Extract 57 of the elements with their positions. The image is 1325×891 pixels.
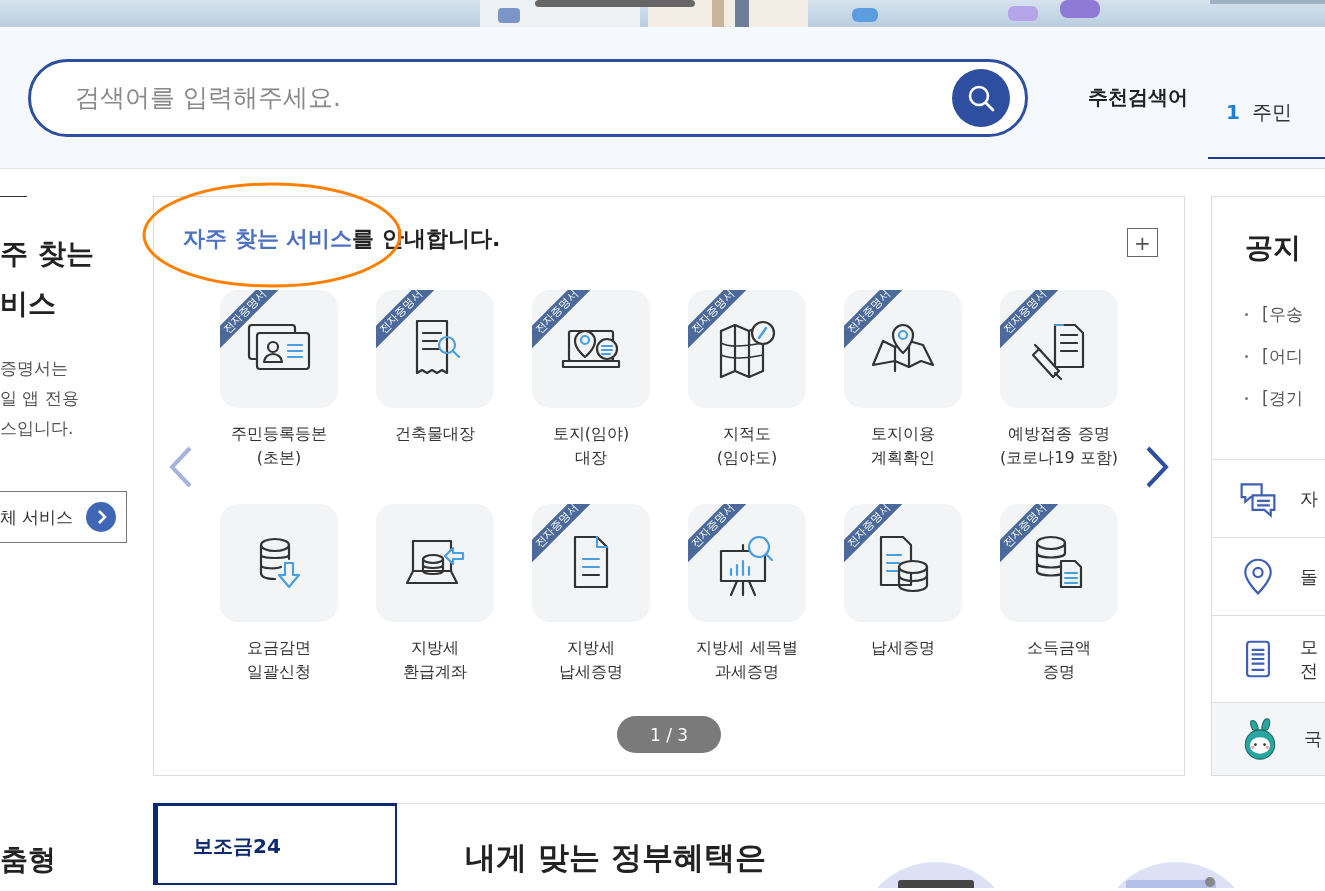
notice-link[interactable]: [우송	[1262, 302, 1303, 326]
service-label: 과세증명	[714, 661, 780, 683]
keyword-text: 주민	[1251, 98, 1292, 126]
section-heading: 주 찾는	[0, 236, 95, 272]
service-label: 증명	[1042, 661, 1076, 683]
bullet-icon	[1245, 354, 1248, 358]
search-button[interactable]	[952, 68, 1010, 127]
service-label: 소득금액	[1027, 637, 1091, 659]
rank-number: 1	[1226, 100, 1240, 124]
tab[interactable]: 보조금24	[153, 803, 397, 885]
service-label: 환급계좌	[403, 661, 467, 683]
notice-link[interactable]: [어디	[1262, 344, 1303, 368]
service-label: 지적도	[722, 423, 772, 445]
menu-label: 전	[1300, 659, 1318, 683]
service-label: 지방세	[410, 637, 460, 659]
all-services-button[interactable]: 체 서비스	[0, 491, 127, 543]
bullet-icon	[1245, 396, 1248, 400]
menu-label: 자	[1300, 486, 1318, 511]
service-label: 토지이용	[871, 423, 935, 445]
section-heading: 춤형	[0, 842, 57, 878]
section-heading: 내게 맞는 정부혜택은	[465, 838, 766, 877]
service-label: 지방세	[566, 637, 616, 659]
keyword-link[interactable]: 1 주민	[1208, 67, 1325, 159]
recommended-label: 추천검색어	[1088, 84, 1188, 111]
service-label: (임야도)	[716, 447, 778, 469]
more-button[interactable]: +	[1127, 228, 1158, 257]
search-input[interactable]: 검색어를 입력해주세요.	[73, 82, 952, 113]
service-label: 지방세 세목별	[696, 637, 798, 659]
service-label: 건축물대장	[395, 423, 475, 445]
quick-menu-item[interactable]: 자	[1212, 459, 1325, 537]
service-label: 일괄신청	[247, 661, 311, 683]
section-heading: 비스	[0, 286, 57, 322]
description-text: 일 앱 전용	[0, 387, 80, 410]
service-label: 예방접종 증명	[1007, 423, 1111, 445]
service-label: 계획확인	[871, 447, 935, 469]
menu-label: 국	[1304, 727, 1322, 751]
service-label: (코로나19 포함)	[1000, 447, 1118, 469]
bullet-icon	[1245, 312, 1248, 316]
service-item[interactable]: 지방세 환급계좌	[357, 504, 513, 684]
page-indicator: 1 / 3	[617, 716, 721, 753]
menu-label: 모	[1300, 635, 1318, 659]
service-label: (초본)	[255, 447, 303, 469]
service-label: 납세증명	[559, 661, 623, 683]
notice-link[interactable]: [경기	[1262, 386, 1303, 410]
service-label: 주민등록등본	[231, 423, 327, 445]
service-label: 대장	[574, 447, 608, 469]
description-text: 스입니다.	[0, 417, 75, 440]
service-label: 납세증명	[871, 637, 935, 659]
service-label: 요금감면	[247, 637, 311, 659]
arrow-circle-icon	[86, 502, 116, 532]
quick-menu-item[interactable]: 돌	[1212, 537, 1325, 615]
search-bar[interactable]: 검색어를 입력해주세요.	[28, 58, 1028, 137]
service-item[interactable]: 요금감면 일괄신청	[201, 504, 357, 684]
service-label: 토지(임야)	[552, 423, 630, 445]
description-text: 증명서는	[0, 357, 69, 380]
section-heading: 공지	[1245, 230, 1302, 266]
menu-label: 돌	[1300, 564, 1318, 589]
